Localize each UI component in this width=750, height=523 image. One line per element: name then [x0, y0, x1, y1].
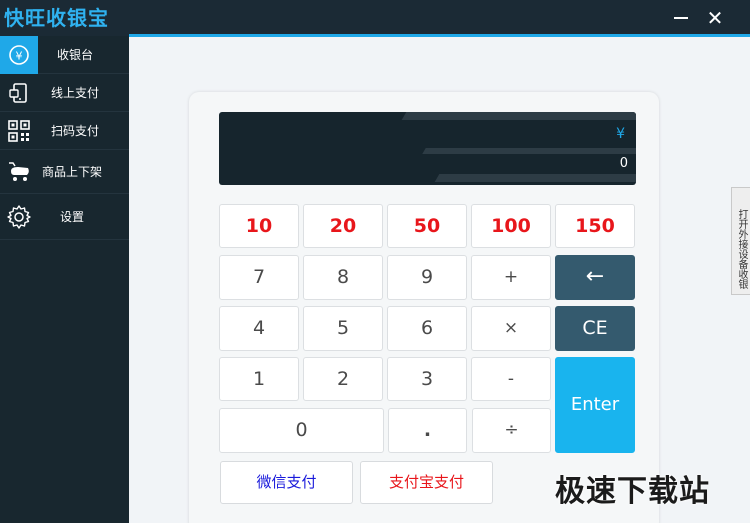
multiply-button[interactable]: × — [471, 306, 551, 351]
close-icon[interactable]: ✕ — [703, 6, 727, 30]
title-accent-line — [129, 34, 750, 37]
qr-code-icon — [8, 120, 30, 142]
minimize-icon[interactable] — [669, 6, 693, 30]
digit-8-button[interactable]: 8 — [303, 255, 383, 300]
svg-text:¥: ¥ — [16, 50, 23, 63]
minus-button[interactable]: - — [471, 357, 551, 401]
yen-circle-icon: ¥ — [9, 45, 29, 65]
decimal-point-button[interactable]: . — [388, 408, 467, 453]
sidebar-item-online-pay[interactable]: 线上支付 — [0, 74, 129, 112]
enter-button[interactable]: Enter — [555, 357, 635, 453]
app-logo: 快旺收银宝 — [4, 6, 109, 30]
quick-amount-150-button[interactable]: 150 — [555, 204, 635, 248]
digit-0-button[interactable]: 0 — [219, 408, 384, 453]
sidebar-item-label: 设置 — [59, 210, 84, 224]
quick-amount-10-button[interactable]: 10 — [219, 204, 299, 248]
sidebar-item-label: 线上支付 — [50, 86, 99, 100]
digit-7-button[interactable]: 7 — [219, 255, 299, 300]
watermark-text: 极速下载站 — [555, 474, 710, 509]
sidebar-item-products[interactable]: 商品上下架 — [0, 150, 129, 194]
sidebar-item-label: 扫码支付 — [50, 124, 99, 138]
digit-3-button[interactable]: 3 — [387, 357, 467, 401]
quick-amount-20-button[interactable]: 20 — [303, 204, 383, 248]
sidebar-item-settings[interactable]: 设置 — [0, 194, 129, 240]
currency-symbol: ¥ — [616, 126, 625, 142]
alipay-button[interactable]: 支付宝支付 — [360, 461, 493, 504]
display-stripe — [401, 112, 636, 120]
sidebar: ¥ 收银台 线上支付 扫码支付 商品上下架 设置 — [0, 36, 129, 523]
plus-button[interactable]: + — [471, 255, 551, 300]
external-device-tab[interactable]: 打开外接设备收银 — [731, 187, 750, 295]
display-stripe — [434, 174, 636, 182]
sidebar-item-label: 收银台 — [56, 48, 93, 62]
sidebar-item-cashier[interactable]: ¥ 收银台 — [0, 36, 129, 74]
title-bar: 快旺收银宝 ✕ — [0, 0, 750, 37]
digit-5-button[interactable]: 5 — [303, 306, 383, 351]
digit-9-button[interactable]: 9 — [387, 255, 467, 300]
divide-button[interactable]: ÷ — [472, 408, 551, 453]
sidebar-item-label: 商品上下架 — [41, 165, 102, 179]
display-stripe — [422, 148, 636, 154]
digit-2-button[interactable]: 2 — [303, 357, 383, 401]
digit-4-button[interactable]: 4 — [219, 306, 299, 351]
gear-icon — [7, 205, 31, 229]
amount-display: ¥ 0 — [219, 112, 636, 185]
sidebar-item-scan-pay[interactable]: 扫码支付 — [0, 112, 129, 150]
quick-amount-100-button[interactable]: 100 — [471, 204, 551, 248]
phone-pay-icon — [9, 83, 27, 103]
quick-amount-50-button[interactable]: 50 — [387, 204, 467, 248]
backspace-button[interactable]: ← — [555, 255, 635, 300]
wechat-pay-button[interactable]: 微信支付 — [220, 461, 353, 504]
amount-value: 0 — [619, 156, 628, 171]
digit-1-button[interactable]: 1 — [219, 357, 299, 401]
digit-6-button[interactable]: 6 — [387, 306, 467, 351]
cart-icon — [9, 162, 29, 181]
clear-entry-button[interactable]: CE — [555, 306, 635, 351]
